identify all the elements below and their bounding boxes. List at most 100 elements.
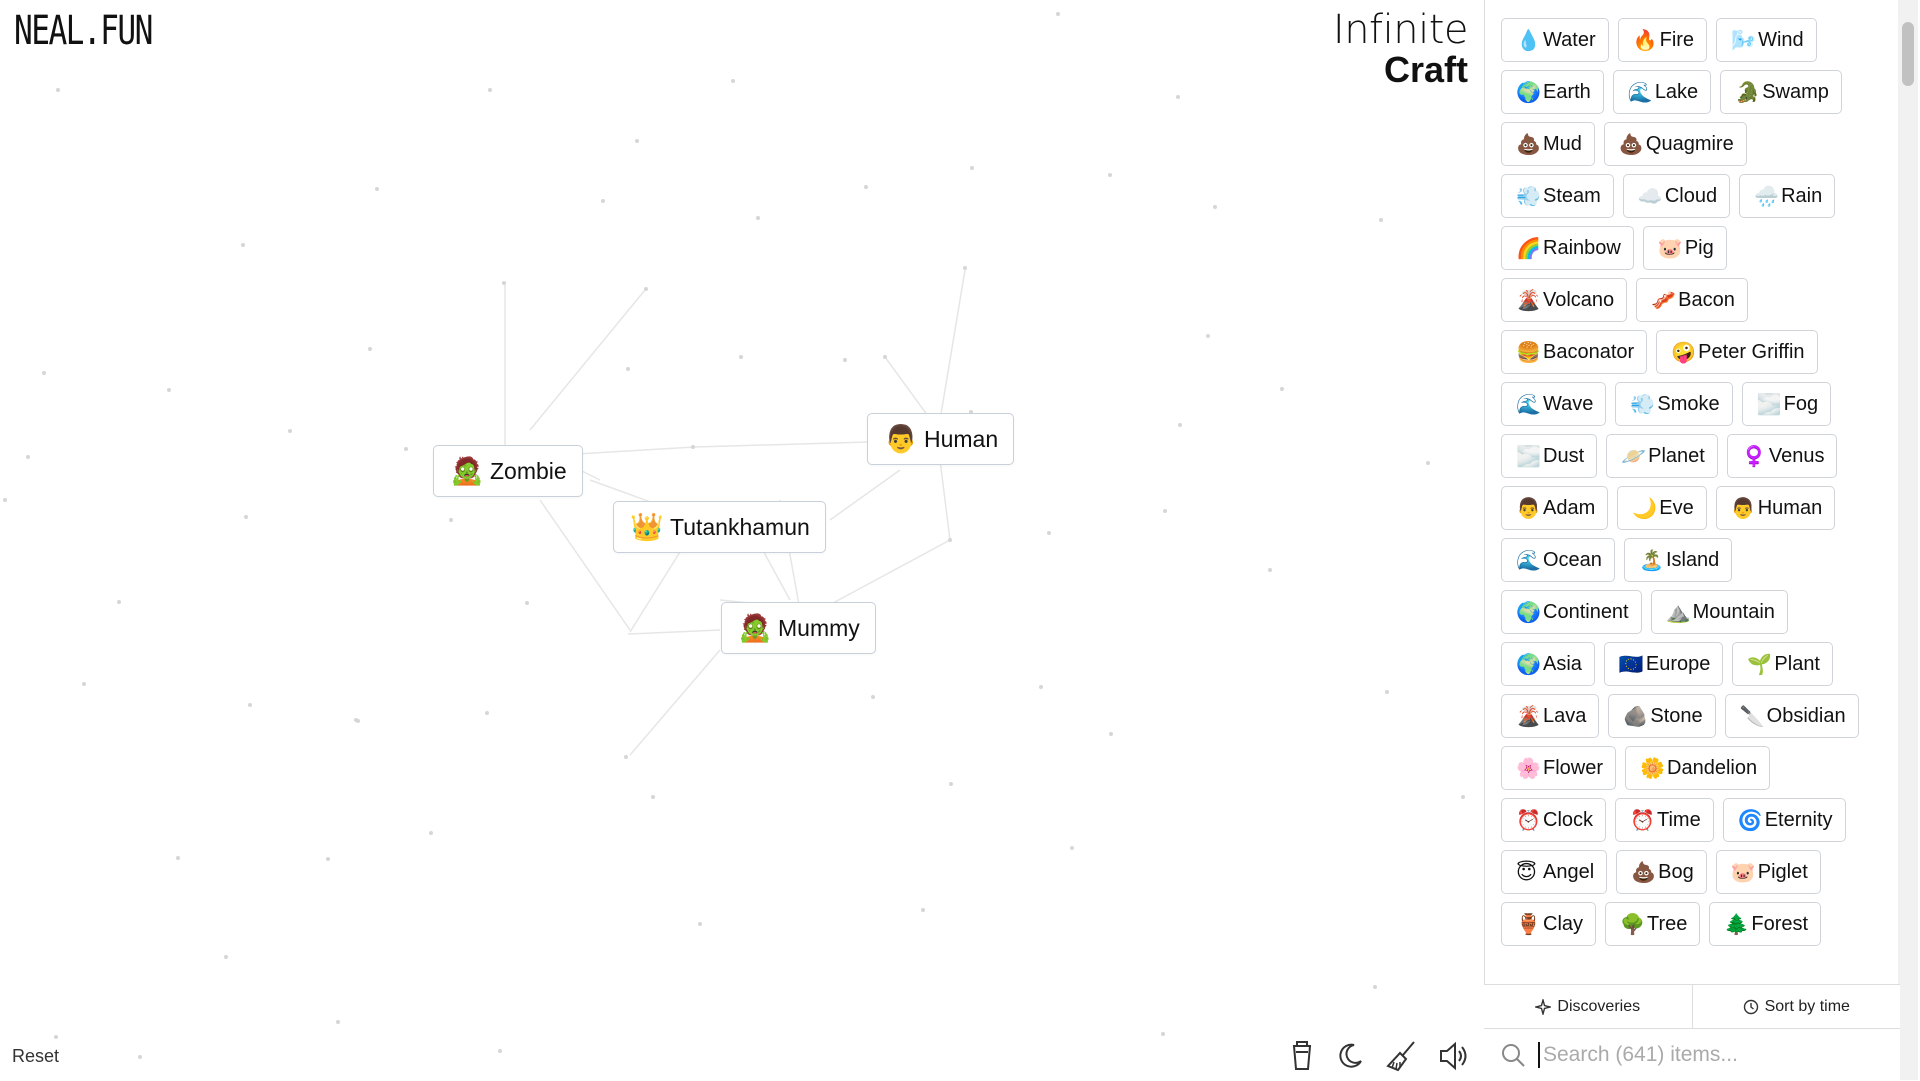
item-label: Forest: [1751, 912, 1809, 935]
canvas-item-mummy[interactable]: 🧟 Mummy: [721, 602, 876, 654]
item-cloud[interactable]: ☁️ Cloud: [1622, 174, 1731, 218]
item-fog[interactable]: 🌫️ Fog: [1741, 382, 1832, 426]
background-dot: [1268, 568, 1272, 572]
item-fire[interactable]: 🔥 Fire: [1617, 18, 1708, 62]
item-wind[interactable]: 🌬️ Wind: [1716, 18, 1817, 62]
item-emoji-icon: ⏰: [1516, 809, 1541, 832]
connection-line: [629, 649, 721, 756]
item-stone[interactable]: 🪨 Stone: [1608, 694, 1716, 738]
sidebar-scrollbar[interactable]: [1898, 0, 1918, 1080]
item-time[interactable]: ⏰ Time: [1615, 798, 1714, 842]
item-mountain[interactable]: ⛰️ Mountain: [1650, 590, 1788, 634]
item-europe[interactable]: 🇪🇺 Europe: [1603, 642, 1724, 686]
item-ocean[interactable]: 🌊 Ocean: [1501, 538, 1615, 582]
item-tree[interactable]: 🌳 Tree: [1605, 902, 1701, 946]
item-peter-griffin[interactable]: 🤪 Peter Griffin: [1656, 330, 1818, 374]
items-row: 🌍 Continent ⛰️ Mountain: [1501, 590, 1871, 634]
item-steam[interactable]: 💨 Steam: [1501, 174, 1614, 218]
item-lake[interactable]: 🌊 Lake: [1612, 70, 1712, 114]
item-pig[interactable]: 🐷 Pig: [1642, 226, 1727, 270]
background-dot: [1039, 685, 1043, 689]
item-emoji-icon: ♀️: [1741, 445, 1767, 468]
item-eve[interactable]: 🌙 Eve: [1617, 486, 1707, 530]
neal-fun-logo[interactable]: NEAL.FUN: [14, 8, 153, 54]
item-human[interactable]: 👨 Human: [1715, 486, 1836, 530]
discoveries-button[interactable]: Discoveries: [1484, 985, 1692, 1029]
background-dot: [326, 857, 330, 861]
item-label: Bog: [1658, 860, 1694, 883]
item-emoji-icon: 🐷: [1657, 237, 1683, 260]
item-venus[interactable]: ♀️ Venus: [1726, 434, 1838, 478]
moon-icon[interactable]: [1334, 1038, 1366, 1074]
item-planet[interactable]: 🪐 Planet: [1606, 434, 1718, 478]
item-swamp[interactable]: 🐊 Swamp: [1720, 70, 1842, 114]
background-dot: [948, 538, 952, 542]
item-forest[interactable]: 🌲 Forest: [1709, 902, 1822, 946]
background-dot: [739, 355, 743, 359]
background-dot: [756, 216, 760, 220]
item-rain[interactable]: 🌧️ Rain: [1739, 174, 1836, 218]
background-dot: [375, 187, 379, 191]
background-dot: [176, 856, 180, 860]
items-sidebar[interactable]: 💧 Water 🔥 Fire 🌬️ Wind 🌍 Earth 🌊 Lake 🐊 Swamp 💩 Mud 💩 Q…: [1484, 0, 1901, 1080]
item-emoji-icon: 💧: [1516, 29, 1541, 52]
items-row: 🌸 Flower 🌼 Dandelion: [1501, 746, 1871, 790]
scrollbar-thumb[interactable]: [1902, 22, 1914, 86]
logo-infinite-text: Infinite: [1332, 7, 1469, 53]
item-emoji-icon: 🥓: [1651, 289, 1677, 312]
item-wave[interactable]: 🌊 Wave: [1501, 382, 1607, 426]
item-island[interactable]: 🏝️ Island: [1623, 538, 1733, 582]
item-plant[interactable]: 🌱 Plant: [1732, 642, 1833, 686]
sort-by-time-button[interactable]: Sort by time: [1691, 985, 1901, 1029]
item-emoji-icon: 🌍: [1516, 653, 1541, 676]
item-mud[interactable]: 💩 Mud: [1501, 122, 1595, 166]
item-smoke[interactable]: 💨 Smoke: [1615, 382, 1733, 426]
item-emoji-icon: 🌍: [1516, 81, 1541, 104]
item-water[interactable]: 💧 Water: [1501, 18, 1609, 62]
item-clay[interactable]: 🏺 Clay: [1501, 902, 1597, 946]
item-emoji-icon: 🔪: [1739, 705, 1765, 728]
item-emoji-icon: 🌋: [1516, 705, 1541, 728]
cup-icon[interactable]: [1286, 1038, 1318, 1074]
items-row: 💩 Mud 💩 Quagmire: [1501, 122, 1871, 166]
item-obsidian[interactable]: 🔪 Obsidian: [1724, 694, 1859, 738]
item-emoji-icon: 💨: [1630, 393, 1656, 416]
items-row: 🌋 Lava 🪨 Stone 🔪 Obsidian: [1501, 694, 1871, 738]
item-emoji-icon: 🌍: [1516, 601, 1541, 624]
item-bacon[interactable]: 🥓 Bacon: [1636, 278, 1748, 322]
item-flower[interactable]: 🌸 Flower: [1501, 746, 1617, 790]
item-earth[interactable]: 🌍 Earth: [1501, 70, 1604, 114]
item-label: Continent: [1543, 600, 1629, 623]
items-row: 💨 Steam ☁️ Cloud 🌧️ Rain: [1501, 174, 1871, 218]
sound-icon[interactable]: [1438, 1038, 1470, 1074]
item-asia[interactable]: 🌍 Asia: [1501, 642, 1595, 686]
background-dot: [644, 287, 648, 291]
item-dandelion[interactable]: 🌼 Dandelion: [1625, 746, 1771, 790]
canvas-item-human[interactable]: 👨 Human: [867, 413, 1015, 465]
item-bog[interactable]: 💩 Bog: [1616, 850, 1707, 894]
background-dot: [1056, 12, 1060, 16]
item-volcano[interactable]: 🌋 Volcano: [1501, 278, 1628, 322]
item-adam[interactable]: 👨 Adam: [1501, 486, 1609, 530]
item-dust[interactable]: 🌫️ Dust: [1501, 434, 1598, 478]
item-quagmire[interactable]: 💩 Quagmire: [1603, 122, 1747, 166]
reset-button[interactable]: Reset: [12, 1046, 59, 1067]
item-label: Island: [1665, 548, 1720, 571]
item-emoji-icon: 🍔: [1516, 341, 1541, 364]
item-continent[interactable]: 🌍 Continent: [1501, 590, 1642, 634]
crafting-canvas[interactable]: NEAL.FUN Infinite Craft 🧟 Zombie 👨 Human…: [0, 0, 1484, 1080]
item-baconator[interactable]: 🍔 Baconator: [1501, 330, 1648, 374]
item-emoji-icon: 😇: [1516, 861, 1537, 884]
background-dot: [1163, 509, 1167, 513]
broom-icon[interactable]: [1386, 1038, 1418, 1074]
item-label: Smoke: [1657, 392, 1720, 415]
canvas-item-zombie[interactable]: 🧟 Zombie: [433, 445, 583, 497]
item-piglet[interactable]: 🐷 Piglet: [1715, 850, 1821, 894]
canvas-item-tutankhamun[interactable]: 👑 Tutankhamun: [613, 501, 826, 553]
item-angel[interactable]: 😇 Angel: [1501, 850, 1608, 894]
item-clock[interactable]: ⏰ Clock: [1501, 798, 1607, 842]
item-lava[interactable]: 🌋 Lava: [1501, 694, 1600, 738]
search-input[interactable]: [1538, 1042, 1875, 1068]
item-eternity[interactable]: 🌀 Eternity: [1722, 798, 1846, 842]
item-rainbow[interactable]: 🌈 Rainbow: [1501, 226, 1634, 270]
